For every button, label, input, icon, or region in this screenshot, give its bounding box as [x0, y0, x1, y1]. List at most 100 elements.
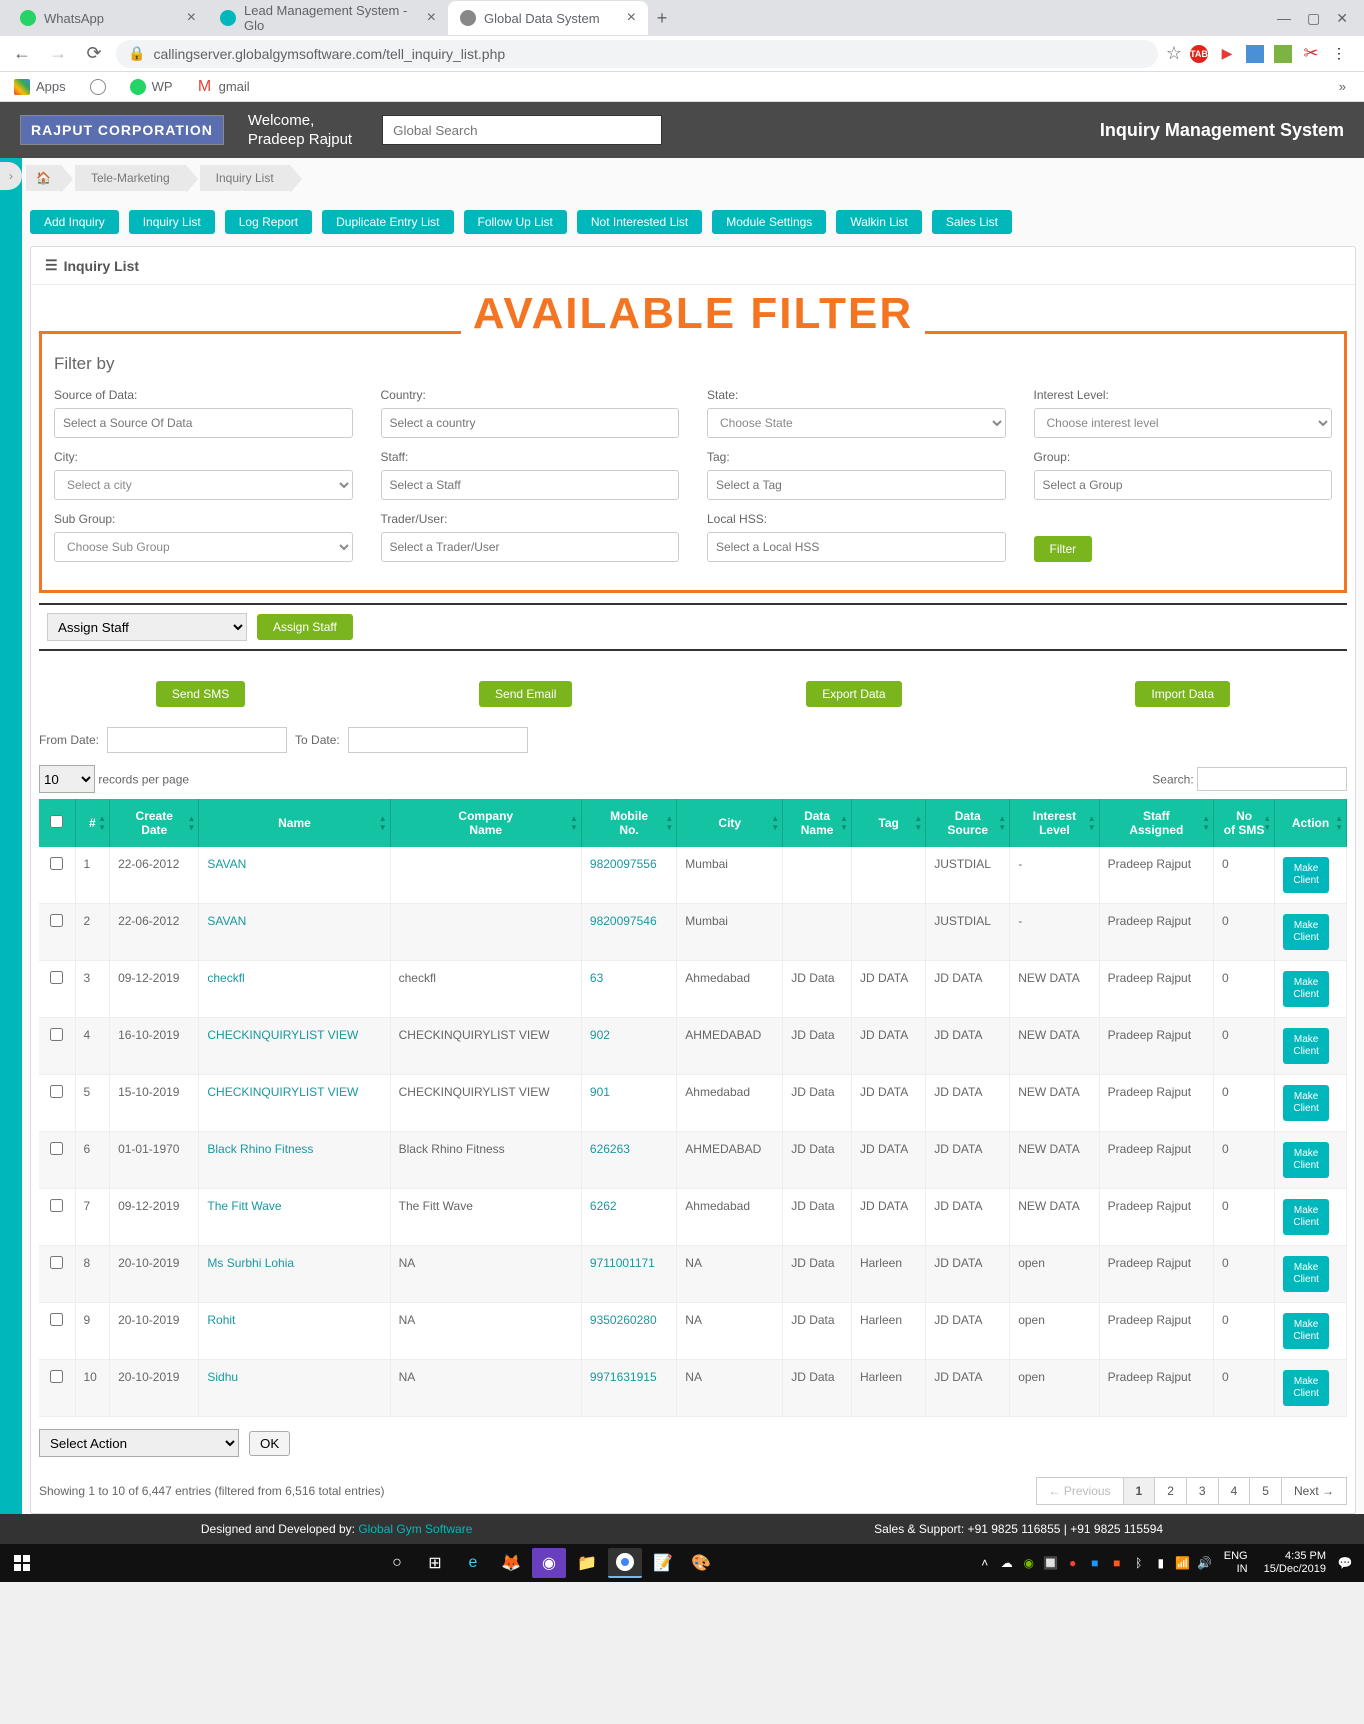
row-checkbox[interactable]: [50, 1256, 63, 1269]
action-button[interactable]: Log Report: [225, 210, 312, 234]
export-data-button[interactable]: Export Data: [806, 681, 901, 707]
mobile-link[interactable]: 902: [590, 1028, 610, 1042]
tab-whatsapp[interactable]: WhatsApp ×: [8, 1, 208, 35]
page-button[interactable]: 4: [1218, 1477, 1251, 1505]
start-button[interactable]: [4, 1548, 40, 1578]
localhss-input[interactable]: [707, 532, 1006, 562]
close-window-button[interactable]: ✕: [1336, 10, 1348, 27]
action-button[interactable]: Duplicate Entry List: [322, 210, 453, 234]
tag-input[interactable]: [707, 470, 1006, 500]
make-client-button[interactable]: Make Client: [1283, 1256, 1329, 1292]
make-client-button[interactable]: Make Client: [1283, 1085, 1329, 1121]
new-tab-button[interactable]: +: [648, 4, 676, 32]
make-client-button[interactable]: Make Client: [1283, 1370, 1329, 1406]
task-app1[interactable]: ◉: [532, 1548, 566, 1578]
ok-button[interactable]: OK: [249, 1431, 290, 1456]
taskbar-clock[interactable]: 4:35 PM 15/Dec/2019: [1258, 1550, 1332, 1576]
minimize-button[interactable]: —: [1277, 10, 1291, 27]
name-link[interactable]: checkfl: [207, 971, 244, 985]
footer-link[interactable]: Global Gym Software: [358, 1522, 472, 1536]
action-button[interactable]: Sales List: [932, 210, 1012, 234]
trader-input[interactable]: [381, 532, 680, 562]
ext-icon-5[interactable]: ✂: [1302, 45, 1320, 63]
make-client-button[interactable]: Make Client: [1283, 1199, 1329, 1235]
action-button[interactable]: Inquiry List: [129, 210, 215, 234]
action-button[interactable]: Walkin List: [836, 210, 922, 234]
bookmarks-overflow[interactable]: »: [1339, 79, 1356, 94]
next-button[interactable]: Next →: [1281, 1477, 1347, 1505]
mobile-link[interactable]: 626263: [590, 1142, 630, 1156]
star-icon[interactable]: ☆: [1166, 43, 1182, 64]
send-email-button[interactable]: Send Email: [479, 681, 572, 707]
tray-notifications-icon[interactable]: 💬: [1336, 1554, 1354, 1572]
close-icon[interactable]: ×: [187, 9, 196, 27]
tray-chevron-up-icon[interactable]: ˄: [976, 1554, 994, 1572]
row-checkbox[interactable]: [50, 971, 63, 984]
table-search-input[interactable]: [1197, 767, 1347, 791]
column-header[interactable]: CompanyName▲▼: [390, 799, 581, 847]
row-checkbox[interactable]: [50, 1370, 63, 1383]
mobile-link[interactable]: 9711001171: [590, 1256, 655, 1270]
city-select[interactable]: Select a city: [54, 470, 353, 500]
bookmark-apps[interactable]: Apps: [8, 75, 72, 99]
column-header[interactable]: Action▲▼: [1275, 799, 1347, 847]
url-input[interactable]: 🔒 callingserver.globalgymsoftware.com/te…: [116, 40, 1158, 68]
make-client-button[interactable]: Make Client: [1283, 1313, 1329, 1349]
name-link[interactable]: SAVAN: [207, 914, 246, 928]
tray-bluetooth-icon[interactable]: ᛒ: [1130, 1554, 1148, 1572]
row-checkbox[interactable]: [50, 914, 63, 927]
bookmark-whatsapp[interactable]: WP: [124, 75, 179, 99]
column-header[interactable]: [39, 799, 75, 847]
task-edge[interactable]: e: [456, 1548, 490, 1578]
column-header[interactable]: InterestLevel▲▼: [1010, 799, 1099, 847]
mobile-link[interactable]: 9350260280: [590, 1313, 657, 1327]
make-client-button[interactable]: Make Client: [1283, 914, 1329, 950]
column-header[interactable]: MobileNo.▲▼: [581, 799, 676, 847]
action-button[interactable]: Add Inquiry: [30, 210, 119, 234]
column-header[interactable]: Noof SMS▲▼: [1214, 799, 1275, 847]
ext-icon-4[interactable]: [1274, 45, 1292, 63]
row-checkbox[interactable]: [50, 857, 63, 870]
source-input[interactable]: [54, 408, 353, 438]
mobile-link[interactable]: 9820097556: [590, 857, 657, 871]
column-header[interactable]: Name▲▼: [199, 799, 390, 847]
mobile-link[interactable]: 63: [590, 971, 603, 985]
name-link[interactable]: CHECKINQUIRYLIST VIEW: [207, 1085, 358, 1099]
state-select[interactable]: Choose State: [707, 408, 1006, 438]
row-checkbox[interactable]: [50, 1313, 63, 1326]
task-paint[interactable]: 🎨: [684, 1548, 718, 1578]
import-data-button[interactable]: Import Data: [1135, 681, 1230, 707]
from-date-input[interactable]: [107, 727, 287, 753]
column-header[interactable]: DataSource▲▼: [926, 799, 1010, 847]
column-header[interactable]: #▲▼: [75, 799, 110, 847]
task-cortana[interactable]: ○: [380, 1548, 414, 1578]
close-icon[interactable]: ×: [427, 9, 436, 27]
task-firefox[interactable]: 🦊: [494, 1548, 528, 1578]
column-header[interactable]: Tag▲▼: [851, 799, 925, 847]
column-header[interactable]: StaffAssigned▲▼: [1099, 799, 1213, 847]
to-date-input[interactable]: [348, 727, 528, 753]
select-all-checkbox[interactable]: [50, 815, 63, 828]
mobile-link[interactable]: 9971631915: [590, 1370, 657, 1384]
select-action-dropdown[interactable]: Select Action: [39, 1429, 239, 1457]
make-client-button[interactable]: Make Client: [1283, 1142, 1329, 1178]
reload-button[interactable]: ⟳: [80, 40, 108, 68]
ext-icon-3[interactable]: [1246, 45, 1264, 63]
task-chrome[interactable]: [608, 1548, 642, 1578]
page-button[interactable]: 3: [1186, 1477, 1219, 1505]
interest-select[interactable]: Choose interest level: [1034, 408, 1333, 438]
row-checkbox[interactable]: [50, 1085, 63, 1098]
tab-global-data[interactable]: Global Data System ×: [448, 1, 648, 35]
page-button[interactable]: 1: [1123, 1477, 1156, 1505]
bookmark-gmail[interactable]: M gmail: [191, 75, 256, 99]
action-button[interactable]: Follow Up List: [464, 210, 567, 234]
subgroup-select[interactable]: Choose Sub Group: [54, 532, 353, 562]
taskbar-lang[interactable]: ENG IN: [1218, 1550, 1254, 1576]
mobile-link[interactable]: 6262: [590, 1199, 617, 1213]
row-checkbox[interactable]: [50, 1028, 63, 1041]
back-button[interactable]: ←: [8, 40, 36, 68]
bookmark-globe[interactable]: [84, 75, 112, 99]
breadcrumb-item[interactable]: Tele-Marketing: [75, 165, 186, 191]
name-link[interactable]: SAVAN: [207, 857, 246, 871]
breadcrumb-item[interactable]: Inquiry List: [200, 165, 290, 191]
